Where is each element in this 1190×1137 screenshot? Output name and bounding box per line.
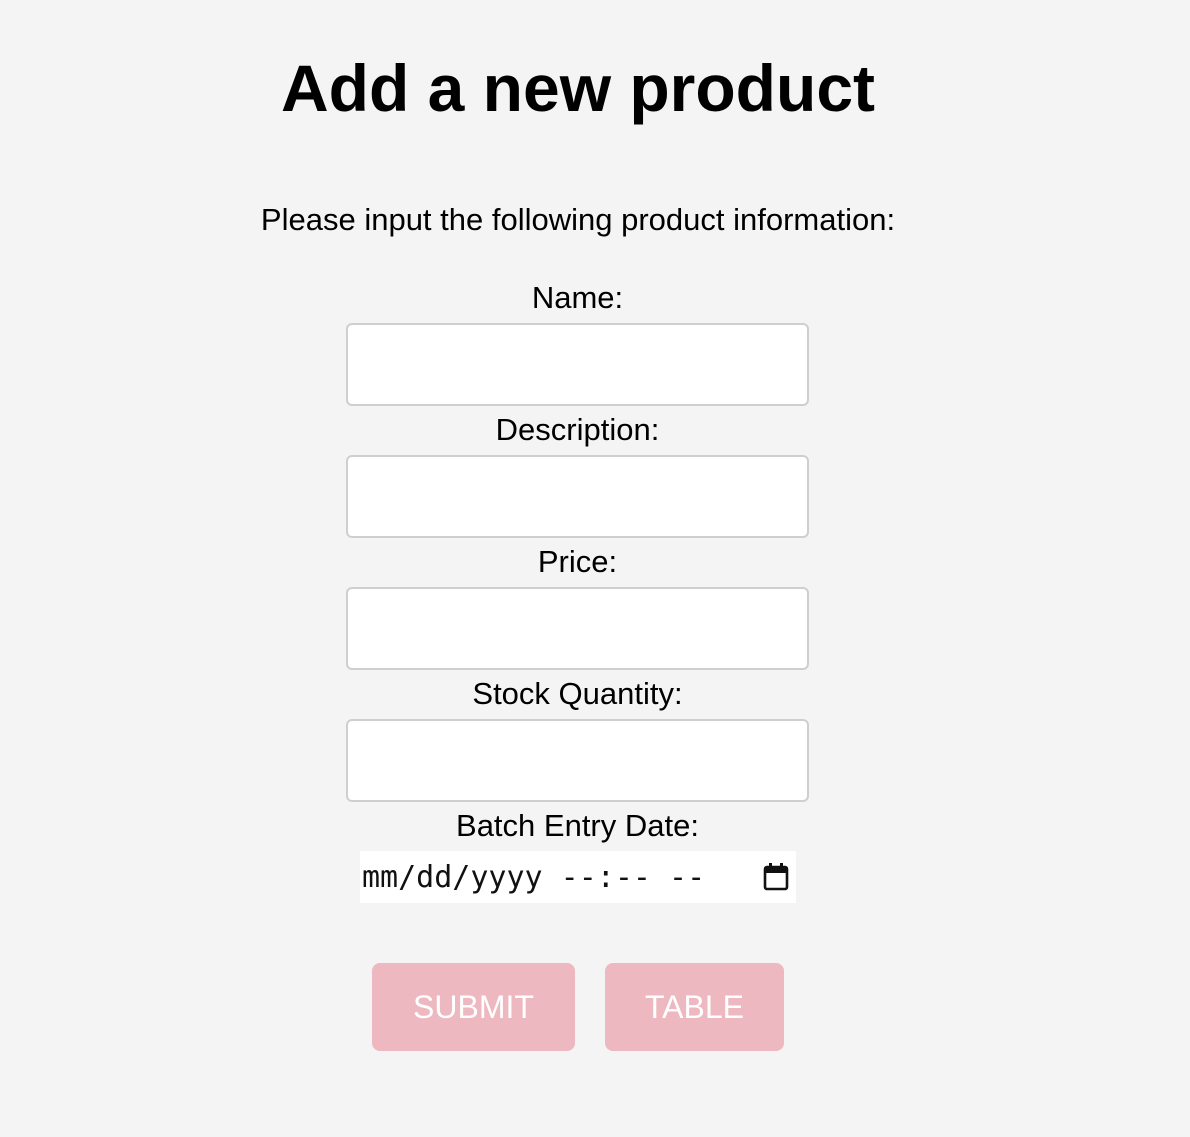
description-input[interactable] [346, 455, 809, 538]
description-label: Description: [495, 412, 660, 447]
batch-entry-date-input[interactable]: mm/dd/yyyy --:-- -- [360, 851, 796, 903]
calendar-icon[interactable] [762, 862, 790, 892]
batch-entry-date-label: Batch Entry Date: [456, 808, 699, 843]
name-input[interactable] [346, 323, 809, 406]
stock-quantity-label: Stock Quantity: [472, 676, 683, 711]
price-label: Price: [537, 544, 618, 579]
name-label: Name: [531, 280, 624, 315]
stock-quantity-input[interactable] [346, 719, 809, 802]
table-button[interactable]: TABLE [605, 963, 784, 1051]
date-placeholder-text: mm/dd/yyyy --:-- -- [362, 859, 706, 895]
page-title: Add a new product [281, 51, 875, 125]
form-intro-text: Please input the following product infor… [260, 202, 896, 237]
price-input[interactable] [346, 587, 809, 670]
submit-button[interactable]: SUBMIT [372, 963, 575, 1051]
